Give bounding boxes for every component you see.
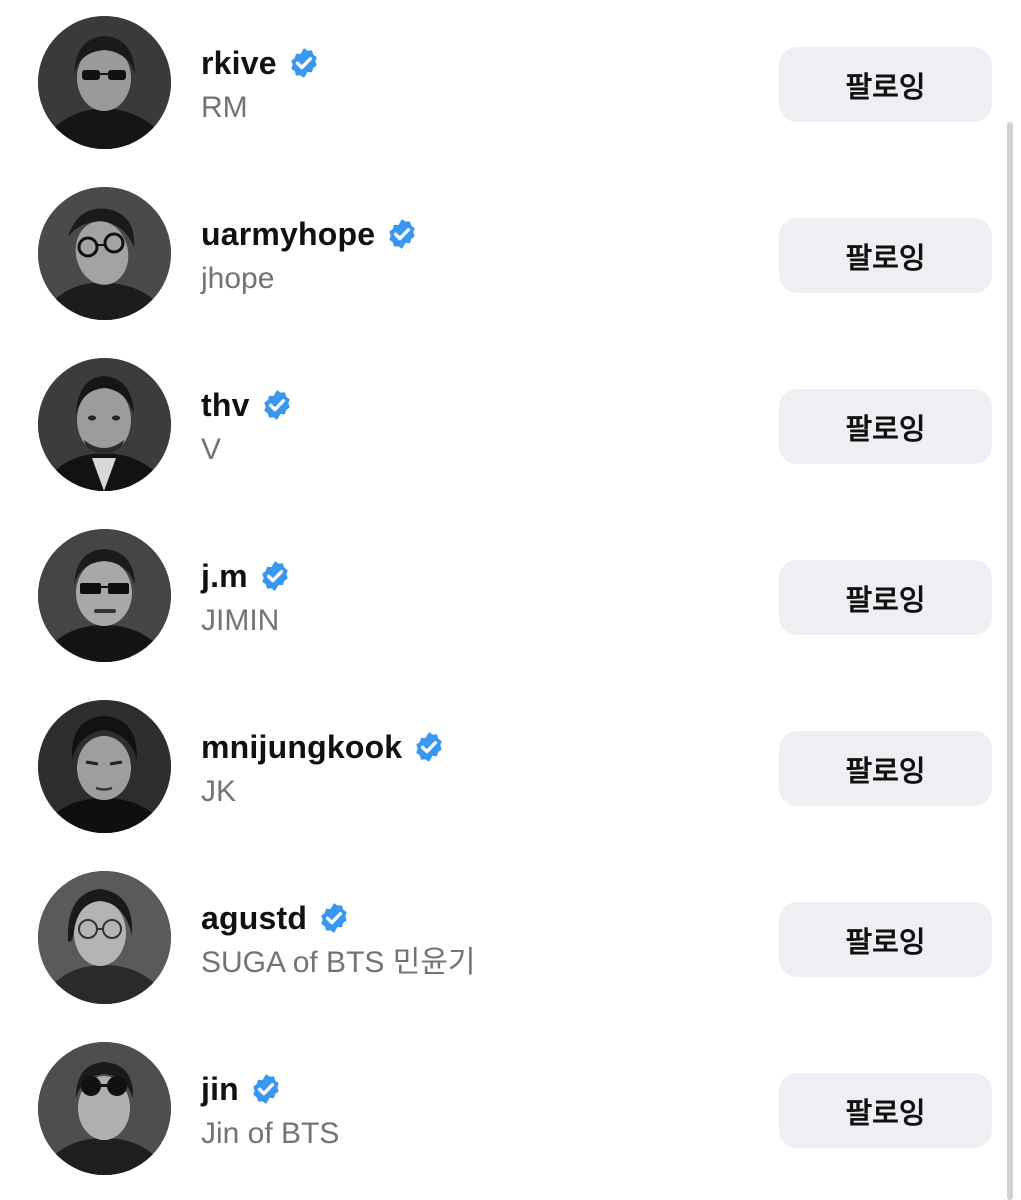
username[interactable]: rkive [201, 43, 277, 83]
following-button[interactable]: 팔로잉 [779, 902, 992, 977]
avatar[interactable] [38, 358, 171, 491]
avatar[interactable] [38, 187, 171, 320]
verified-badge-icon [416, 732, 443, 762]
full-name: SUGA of BTS 민윤기 [201, 946, 476, 979]
verified-badge-icon [389, 219, 416, 249]
list-item[interactable]: agustd SUGA of BTS 민윤기 팔로잉 [0, 855, 1021, 1026]
list-item[interactable]: j.m JIMIN 팔로잉 [0, 513, 1021, 684]
following-button[interactable]: 팔로잉 [779, 560, 992, 635]
following-button[interactable]: 팔로잉 [779, 218, 992, 293]
verified-badge-icon [290, 48, 317, 78]
username[interactable]: agustd [201, 898, 307, 938]
full-name: Jin of BTS [201, 1117, 340, 1150]
full-name: JK [201, 775, 237, 808]
full-name: RM [201, 91, 248, 124]
scrollbar[interactable] [1007, 122, 1013, 1200]
list-item[interactable]: uarmyhope jhope 팔로잉 [0, 171, 1021, 342]
verified-badge-icon [253, 1074, 279, 1104]
username[interactable]: uarmyhope [201, 214, 375, 254]
avatar[interactable] [38, 700, 171, 833]
avatar[interactable] [38, 1042, 171, 1175]
avatar[interactable] [38, 529, 171, 662]
list-item[interactable]: jin Jin of BTS 팔로잉 [0, 1026, 1021, 1197]
following-list: rkive RM 팔로잉 uarmyhope jhope 팔로잉 thv V 팔… [0, 0, 1021, 1200]
list-item[interactable]: rkive RM 팔로잉 [0, 0, 1021, 171]
username[interactable]: thv [201, 385, 250, 425]
verified-badge-icon [262, 561, 288, 591]
list-item[interactable]: thv V 팔로잉 [0, 342, 1021, 513]
avatar[interactable] [38, 871, 171, 1004]
full-name: jhope [201, 262, 275, 295]
username[interactable]: mnijungkook [201, 727, 402, 767]
following-button[interactable]: 팔로잉 [779, 731, 992, 806]
username[interactable]: j.m [201, 556, 248, 596]
full-name: V [201, 433, 222, 466]
following-button[interactable]: 팔로잉 [779, 47, 992, 122]
avatar[interactable] [38, 16, 171, 149]
full-name: JIMIN [201, 604, 280, 637]
list-item[interactable]: mnijungkook JK 팔로잉 [0, 684, 1021, 855]
following-button[interactable]: 팔로잉 [779, 1073, 992, 1148]
following-button[interactable]: 팔로잉 [779, 389, 992, 464]
verified-badge-icon [321, 903, 347, 933]
username[interactable]: jin [201, 1069, 239, 1109]
verified-badge-icon [263, 390, 290, 420]
